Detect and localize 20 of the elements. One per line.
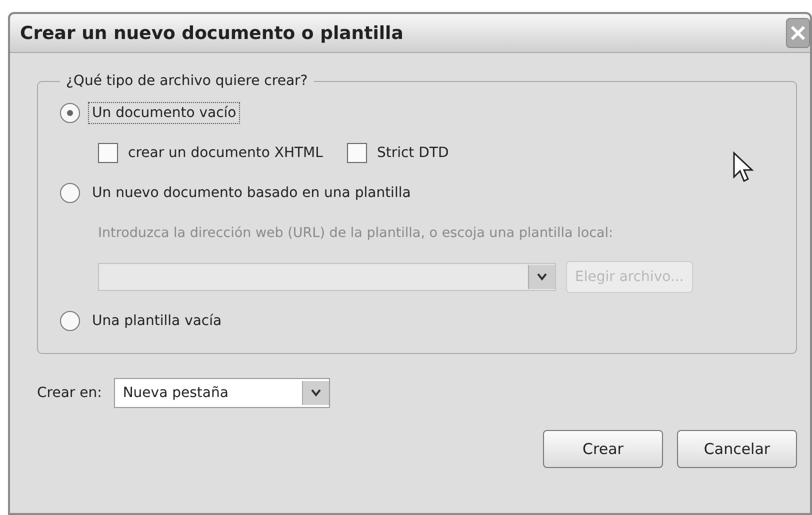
radio-button[interactable] — [60, 103, 80, 123]
radio-button[interactable] — [60, 311, 80, 331]
checkbox-label[interactable]: crear un documento XHTML — [128, 145, 323, 161]
radio-label[interactable]: Un nuevo documento basado en una plantilla — [88, 182, 415, 204]
radio-button[interactable] — [60, 183, 80, 203]
close-icon — [789, 24, 807, 42]
close-button[interactable] — [786, 18, 810, 48]
create-in-label: Crear en: — [37, 385, 102, 401]
radio-label[interactable]: Una plantilla vacía — [88, 310, 226, 332]
window-title: Crear un nuevo documento o plantilla — [20, 22, 404, 44]
mouse-pointer-icon — [732, 151, 754, 183]
radio-label[interactable]: Un documento vacío — [88, 102, 240, 124]
dialog-button[interactable]: Cancelar — [677, 430, 797, 468]
checkbox[interactable] — [98, 143, 118, 163]
checkbox-label[interactable]: Strict DTD — [376, 145, 449, 161]
dialog-button[interactable]: Crear — [543, 430, 663, 468]
group-legend: ¿Qué tipo de archivo quiere crear? — [60, 73, 314, 89]
location-dropdown[interactable]: Nueva pestaña — [114, 378, 330, 408]
checkbox[interactable] — [346, 143, 367, 163]
hint-text: Introduzca la dirección web (URL) de la plantilla, o escoja una plantilla local: — [98, 225, 614, 241]
